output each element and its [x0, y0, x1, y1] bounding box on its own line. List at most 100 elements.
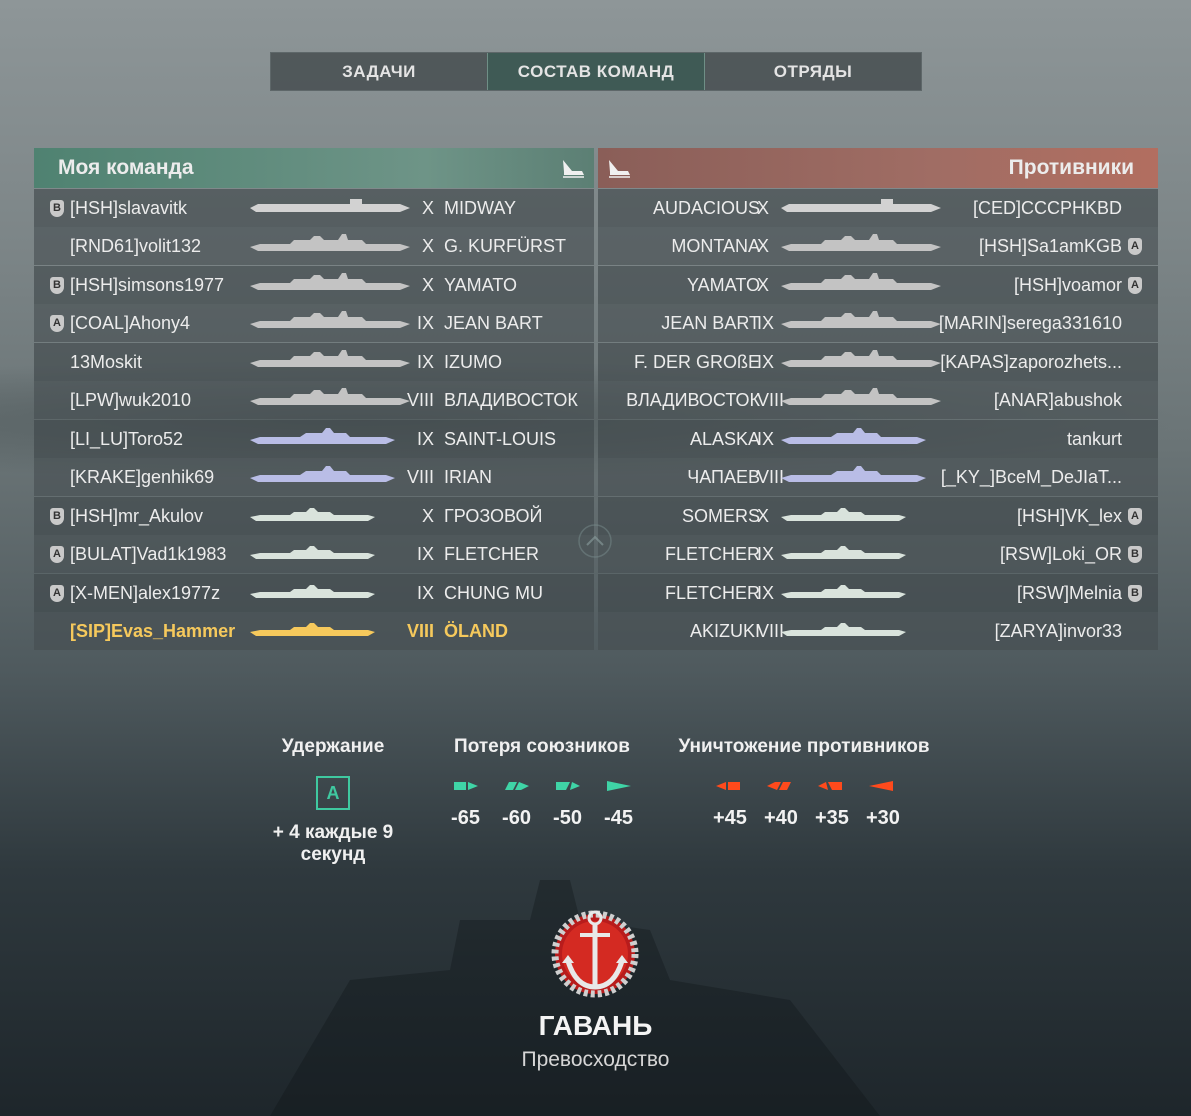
team-row[interactable]: YAMATO X [HSH]voamor A: [598, 265, 1158, 304]
team-row[interactable]: B [HSH]mr_Akulov X ГРОЗОВОЙ: [34, 496, 594, 535]
ship-name: IZUMO: [444, 351, 502, 372]
ship-name: SOMERS: [681, 505, 760, 526]
ally-loss-item: -60: [502, 779, 531, 830]
ship-name: AUDACIOUS: [652, 197, 760, 218]
team-row[interactable]: A [COAL]Ahony4 IX JEAN BART: [34, 304, 594, 342]
ship-tier: IX: [416, 582, 434, 603]
ship-tier: IX: [757, 351, 775, 372]
enemy-kill-points: +40: [764, 807, 798, 829]
hold-score-section: Удержание A + 4 каждые 9 секунд: [268, 736, 398, 866]
player-name: [X-MEN]alex1977z: [70, 582, 221, 603]
player-name: tankurt: [1066, 428, 1122, 449]
hold-rate-line2: секунд: [300, 844, 366, 865]
ship-name: CHUNG MU: [444, 582, 543, 603]
rank-badge-icon: A: [1128, 276, 1142, 294]
team-row[interactable]: SOMERS X [HSH]VK_lex A: [598, 496, 1158, 535]
team-row[interactable]: MONTANA X [HSH]Sa1amKGB A: [598, 227, 1158, 265]
ally-loss-points: -45: [604, 807, 633, 829]
team-row[interactable]: F. DER GROßE IX [KAPAS]zaporozhets...: [598, 342, 1158, 381]
ship-silhouette-icon: [250, 272, 410, 290]
team-row[interactable]: B [HSH]simsons1977 X YAMATO: [34, 265, 594, 304]
ship-tier: VIII: [757, 621, 785, 641]
team-row[interactable]: [LI_LU]Toro52 IX SAINT-LOUIS: [34, 419, 594, 458]
ship-silhouette-icon: [250, 546, 375, 559]
player-name: [CED]CCCPHKBD: [972, 197, 1122, 218]
team-row[interactable]: FLETCHER IX [RSW]Loki_OR B: [598, 535, 1158, 573]
team-row[interactable]: AUDACIOUS X [CED]CCCPHKBD: [598, 188, 1158, 227]
ship-name: MIDWAY: [444, 197, 516, 218]
ship-tier: X: [421, 505, 434, 526]
player-name: [LPW]wuk2010: [70, 390, 192, 410]
ship-tier: VIII: [406, 621, 434, 641]
ally-loss-item: -65: [451, 779, 480, 830]
ship-silhouette-icon: [250, 234, 410, 251]
ship-name: G. KURFÜRST: [444, 236, 567, 256]
enemy-kill-item: +35: [815, 779, 849, 830]
player-name: [HSH]VK_lex: [1016, 505, 1122, 526]
team-row[interactable]: JEAN BART IX [MARIN]serega331610: [598, 304, 1158, 342]
team-row[interactable]: ВЛАДИВОСТОК VIII [ANAR]abushok: [598, 381, 1158, 419]
my-team-panel: Моя команда B [HSH]slavavitk X MIDWAY [RND61…: [34, 148, 594, 650]
ship-name: AKIZUKI: [689, 621, 760, 641]
enemy-kill-ship-class-icon: [766, 782, 791, 790]
ship-name: ВЛАДИВОСТОК: [444, 390, 578, 410]
ship-tier: VIII: [757, 467, 785, 487]
team-row[interactable]: [KRAKE]genhik69 VIII IRIAN: [34, 458, 594, 496]
ship-name: ЧАПАЕВ: [687, 467, 760, 487]
tab-divisions[interactable]: ОТРЯДЫ: [705, 53, 921, 90]
ship-sort-icon[interactable]: [606, 156, 632, 180]
team-row[interactable]: 13Moskit IX IZUMO: [34, 342, 594, 381]
capture-point-icon: A: [316, 776, 350, 810]
ship-name: ÖLAND: [444, 621, 508, 641]
team-row[interactable]: [RND61]volit132 X G. KURFÜRST: [34, 227, 594, 265]
team-row[interactable]: [LPW]wuk2010 VIII ВЛАДИВОСТОК: [34, 381, 594, 419]
rank-badge-icon: A: [1128, 238, 1142, 255]
ally-loss-points: -60: [502, 807, 531, 829]
team-row[interactable]: [SIP]Evas_Hammer VIII ÖLAND: [34, 612, 594, 650]
team-row[interactable]: B [HSH]slavavitk X MIDWAY: [34, 188, 594, 227]
ship-name: IRIAN: [444, 467, 493, 487]
ship-tier: IX: [757, 428, 775, 449]
ship-silhouette-icon: [250, 466, 395, 482]
team-row[interactable]: ЧАПАЕВ VIII [_KY_]BceM_DeJIaT...: [598, 458, 1158, 496]
rank-badge-icon: A: [1128, 507, 1142, 525]
ship-tier: IX: [757, 544, 775, 564]
team-row[interactable]: ALASKA IX tankurt: [598, 419, 1158, 458]
enemy-kill-section: Уничтожение противников +45 +40 +35 +30: [676, 736, 932, 830]
enemy-kill-item: +40: [764, 779, 798, 830]
player-name: [HSH]voamor: [1013, 274, 1122, 295]
player-name: [HSH]Sa1amKGB: [978, 236, 1122, 256]
ally-loss-ship-class-icon: [606, 781, 631, 791]
ship-silhouette-icon: [250, 349, 410, 367]
ship-tier: X: [421, 236, 434, 256]
ship-silhouette-icon: [781, 584, 906, 598]
rank-badge-icon: A: [50, 315, 64, 332]
player-name: [ANAR]abushok: [993, 390, 1122, 410]
enemy-kill-item: +45: [713, 779, 747, 830]
my-team-list: B [HSH]slavavitk X MIDWAY [RND61]volit132 X G.…: [34, 188, 594, 650]
ship-name: YAMATO: [686, 274, 760, 295]
ship-sort-icon[interactable]: [560, 156, 586, 180]
player-name: 13Moskit: [70, 351, 143, 372]
team-row[interactable]: A [BULAT]Vad1k1983 IX FLETCHER: [34, 535, 594, 573]
team-row[interactable]: AKIZUKI VIII [ZARYA]invor33: [598, 612, 1158, 650]
player-name: [COAL]Ahony4: [70, 313, 191, 333]
domination-mode-icon: [551, 910, 639, 998]
team-row[interactable]: A [X-MEN]alex1977z IX CHUNG MU: [34, 573, 594, 612]
tab-team-roster[interactable]: СОСТАВ КОМАНД: [487, 53, 705, 90]
player-name: [KAPAS]zaporozhets...: [940, 351, 1122, 372]
tab-tasks[interactable]: ЗАДАЧИ: [271, 53, 487, 90]
ship-name: JEAN BART: [444, 313, 543, 333]
enemy-kill-item: +30: [866, 779, 900, 830]
rank-badge-icon: B: [1128, 584, 1142, 602]
ship-tier: X: [421, 197, 434, 218]
ship-silhouette-icon: [781, 272, 941, 290]
rank-badge-icon: B: [1128, 546, 1142, 563]
team-row[interactable]: FLETCHER IX [RSW]Melnia B: [598, 573, 1158, 612]
ally-loss-title: Потеря союзников: [454, 736, 630, 757]
player-name: [SIP]Evas_Hammer: [70, 621, 236, 641]
ship-tier: IX: [757, 582, 775, 603]
ship-tier: IX: [757, 313, 775, 333]
ally-loss-ship-class-icon: [504, 782, 529, 790]
ship-silhouette-icon: [250, 311, 410, 328]
